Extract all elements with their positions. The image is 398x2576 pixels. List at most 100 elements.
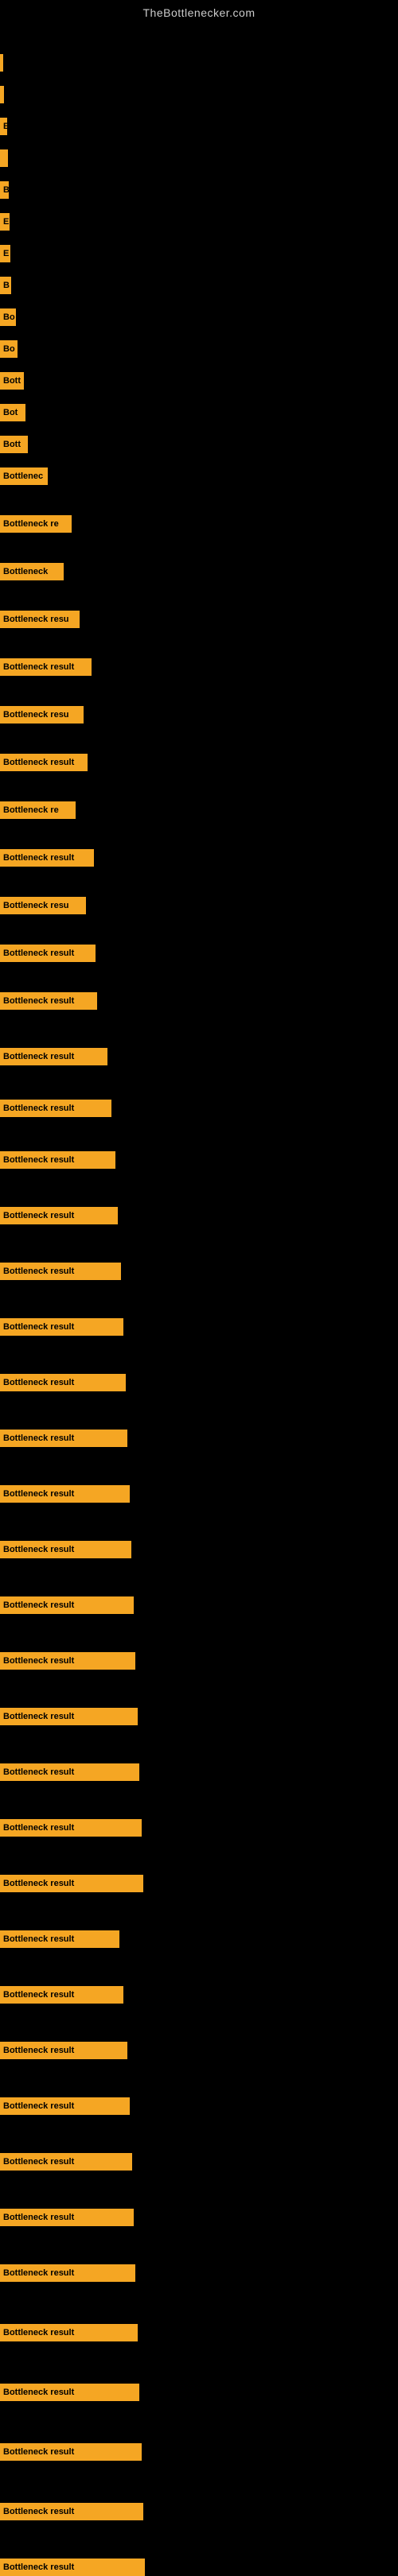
bar-fill: E [0,245,10,262]
bar-item: Bottleneck result [0,1207,118,1224]
bar-label: E [3,249,9,258]
bar-label: Bottleneck result [3,1656,74,1666]
bar-label: Bottleneck result [3,996,74,1006]
bar-label: Bottleneck result [3,2046,74,2055]
bar-label: Bottleneck re [3,805,59,815]
bar-item: Bottleneck result [0,754,88,771]
bar-fill: Bottleneck result [0,1875,143,1892]
bar-item: Bottleneck re [0,801,76,819]
bar-fill: Bottleneck result [0,2097,130,2115]
bar-item: Bottleneck result [0,1930,119,1948]
bar-label: Bot [3,408,18,417]
bar-fill: Bottlenec [0,467,48,485]
bar-label: Bottleneck result [3,1433,74,1443]
bar-label: B [3,281,10,290]
bar-fill: B [0,181,9,199]
bar-fill: Bottleneck result [0,658,92,676]
bar-item: Bottleneck result [0,1819,142,1837]
bar-item: Bottleneck result [0,2042,127,2059]
bar-fill: B [0,277,11,294]
bar-fill: Bottleneck result [0,2559,145,2576]
bar-item: Bottleneck result [0,1652,135,1670]
bar-item: Bottleneck result [0,2443,142,2461]
chart-area: E B E E B Bo Bo Bott Bot Bott Bottlenec Bottleneck … [0,22,398,2535]
bar-label: Bottleneck result [3,1600,74,1610]
bar-item: Bottleneck result [0,1541,131,1558]
bar-fill: Bottleneck [0,563,64,580]
bar-item: Bottleneck result [0,2384,139,2401]
bar-fill: Bottleneck result [0,2264,135,2282]
bar-item: Bottleneck resu [0,897,86,914]
bar-fill: Bottleneck result [0,1263,121,1280]
bar-fill: Bottleneck result [0,2384,139,2401]
bar-item: Bo [0,308,16,326]
bar-label: Bottleneck result [3,2328,74,2337]
bar-fill: E [0,118,7,135]
bar-label: Bottleneck result [3,1990,74,2000]
bar-item: Bottleneck result [0,945,96,962]
bar-fill: Bottleneck result [0,992,97,1010]
bar-item: Bottleneck re [0,515,72,533]
bar-fill: Bottleneck result [0,2042,127,2059]
bar-item: E [0,213,10,231]
bar-fill: Bott [0,372,24,390]
bar-fill: Bottleneck result [0,2209,134,2226]
bar-item [0,54,3,72]
bar-fill: Bottleneck result [0,1151,115,1169]
bar-label: Bottleneck result [3,1267,74,1276]
bar-fill: Bottleneck re [0,515,72,533]
bar-fill: Bottleneck result [0,1100,111,1117]
bar-label: Bottleneck result [3,662,74,672]
bar-item: Bottleneck result [0,2264,135,2282]
site-title: TheBottlenecker.com [0,0,398,22]
bar-label: Bottleneck result [3,758,74,767]
bar-item: Bottleneck result [0,658,92,676]
bar-item: Bottleneck result [0,1986,123,2004]
bar-label: Bottleneck re [3,519,59,529]
bar-fill: Bottleneck result [0,1652,135,1670]
bar-label: Bottleneck result [3,1155,74,1165]
bar-label: Bottlenec [3,471,43,481]
bar-fill: Bottleneck result [0,2324,138,2341]
bar-item: Bottleneck [0,563,64,580]
bar-label: Bottleneck resu [3,710,69,720]
bar-fill: Bo [0,308,16,326]
bar-label: Bottleneck result [3,2507,74,2516]
bar-item: Bottleneck result [0,1596,134,1614]
bar-item: B [0,181,9,199]
bar-fill: Bottleneck result [0,754,88,771]
bar-label: Bottleneck result [3,2447,74,2457]
bar-label: Bott [3,376,21,386]
bar-fill: Bottleneck result [0,945,96,962]
bar-label: Bottleneck result [3,2157,74,2167]
bar-fill: Bottleneck resu [0,897,86,914]
bar-label: Bottleneck result [3,1823,74,1833]
bar-label: Bottleneck [3,567,48,576]
bar-fill: Bottleneck result [0,1485,130,1503]
bar-item: Bottleneck resu [0,611,80,628]
bar-label: Bottleneck result [3,1934,74,1944]
bar-fill: Bottleneck result [0,1986,123,2004]
bar-item: Bottleneck result [0,2324,138,2341]
bar-item [0,86,4,103]
bar-item: Bottleneck result [0,2153,132,2171]
bar-item: Bot [0,404,25,421]
bar-fill: Bottleneck resu [0,611,80,628]
bar-item: Bottleneck result [0,1151,115,1169]
bar-label: Bo [3,344,15,354]
bar-item: E [0,118,7,135]
bar-fill: Bott [0,436,28,453]
bar-label: Bottleneck result [3,1211,74,1220]
bar-label: Bottleneck result [3,2101,74,2111]
bar-label: Bottleneck result [3,1712,74,1721]
bar-label: Bottleneck result [3,1322,74,1332]
bar-fill: Bottleneck re [0,801,76,819]
bar-fill: Bot [0,404,25,421]
bar-label: Bottleneck result [3,2213,74,2222]
bar-fill: Bottleneck result [0,2443,142,2461]
bar-fill [0,86,4,103]
bar-label: B [3,185,9,195]
bar-item: Bottleneck result [0,2559,145,2576]
bar-item: Bottleneck result [0,992,97,1010]
bar-fill: Bottleneck result [0,1819,142,1837]
